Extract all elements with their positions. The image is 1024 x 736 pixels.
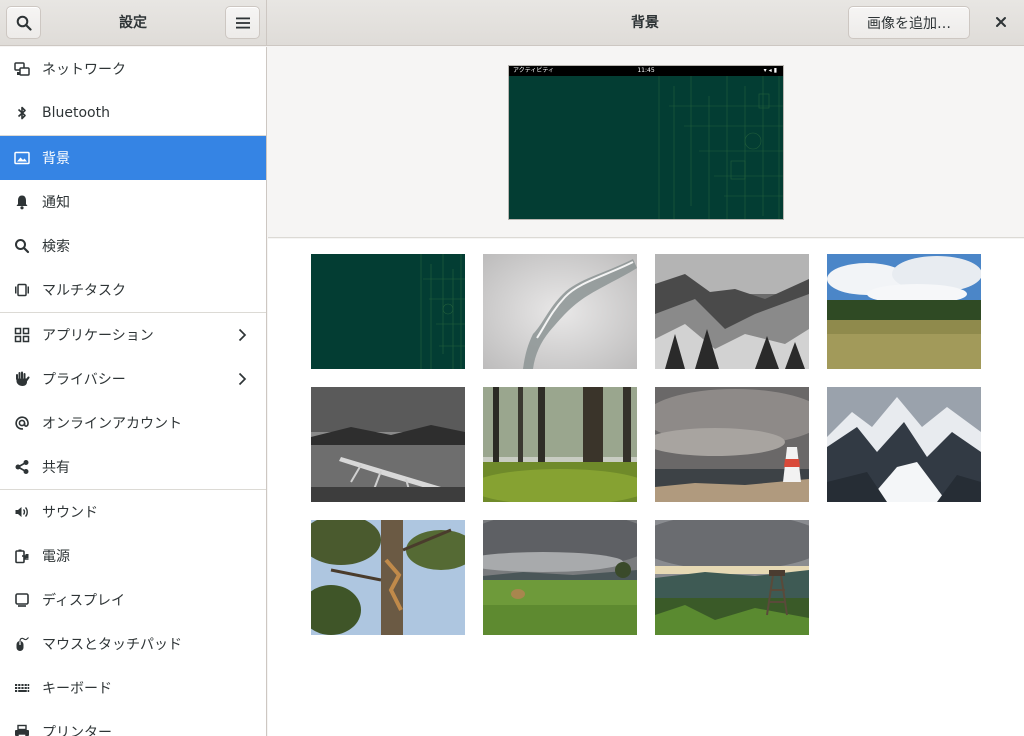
sidebar-item-power[interactable]: 電源	[0, 534, 266, 578]
printer-icon	[14, 724, 30, 736]
preview-area: アクティビティ 11:45 ▾◂▮	[268, 47, 1024, 238]
sidebar-item-sharing[interactable]: 共有	[0, 445, 266, 489]
sidebar-item-online-accounts[interactable]: オンラインアカウント	[0, 401, 266, 445]
preview-system-tray-icon: ▾◂▮	[763, 67, 779, 74]
header-bar: 設定 背景 画像を追加…	[0, 0, 1024, 46]
desktop-preview: アクティビティ 11:45 ▾◂▮	[508, 65, 784, 220]
sidebar-item-label: ネットワーク	[42, 62, 126, 78]
preview-wallpaper	[509, 66, 783, 219]
wallpaper-thumbnail-green-circuit[interactable]	[311, 254, 465, 369]
sidebar-item-label: キーボード	[42, 681, 112, 697]
wallpaper-thumbnail-hill-tower[interactable]	[655, 520, 809, 635]
power-icon	[14, 548, 30, 564]
keyboard-icon	[14, 680, 30, 696]
hamburger-menu-icon	[235, 17, 250, 28]
search-icon	[16, 15, 32, 31]
sidebar-header: 設定	[0, 0, 267, 46]
sidebar-item-label: マウスとタッチパッド	[42, 637, 182, 653]
sidebar-item-label: ディスプレイ	[42, 593, 126, 609]
chevron-right-icon	[234, 327, 250, 347]
network-icon	[14, 61, 30, 77]
sidebar-item-label: 背景	[42, 151, 70, 167]
add-picture-button[interactable]: 画像を追加…	[848, 6, 970, 39]
main-menu-button[interactable]	[225, 6, 260, 39]
sidebar: ネットワーク Bluetooth 背景 通知 検索 マルチタスク アプリケーショ…	[0, 47, 267, 736]
hand-icon	[14, 371, 30, 387]
sidebar-item-search[interactable]: 検索	[0, 224, 266, 268]
sidebar-item-multitasking[interactable]: マルチタスク	[0, 268, 266, 312]
share-icon	[14, 459, 30, 475]
sidebar-item-bluetooth[interactable]: Bluetooth	[0, 91, 266, 135]
wallpaper-thumbnail-snowy-forest[interactable]	[655, 254, 809, 369]
background-icon	[14, 150, 30, 166]
sidebar-title: 設定	[119, 15, 147, 31]
sidebar-item-notifications[interactable]: 通知	[0, 180, 266, 224]
wallpaper-thumbnail-forest-moss[interactable]	[483, 387, 637, 502]
wallpaper-thumbnail-hay-field[interactable]	[483, 520, 637, 635]
display-icon	[14, 592, 30, 608]
search-icon	[14, 238, 30, 254]
sidebar-item-label: プライバシー	[42, 372, 126, 388]
wallpaper-grid	[268, 239, 1024, 736]
wallpaper-thumbnail-snowy-valley[interactable]	[827, 387, 981, 502]
bluetooth-icon	[14, 105, 30, 121]
sidebar-item-keyboard[interactable]: キーボード	[0, 666, 266, 710]
preview-top-bar: アクティビティ 11:45 ▾◂▮	[509, 66, 783, 76]
sidebar-item-label: Bluetooth	[42, 105, 110, 121]
sidebar-item-label: 電源	[42, 549, 70, 565]
sidebar-item-sound[interactable]: サウンド	[0, 490, 266, 534]
sidebar-item-label: 検索	[42, 239, 70, 255]
wallpaper-thumbnail-storm-lighthouse[interactable]	[655, 387, 809, 502]
wallpaper-thumbnail-meadow-clouds[interactable]	[827, 254, 981, 369]
preview-clock: 11:45	[637, 67, 655, 74]
wallpaper-thumbnail-pine-tree[interactable]	[311, 520, 465, 635]
chevron-right-icon	[234, 371, 250, 391]
sidebar-item-label: プリンター	[42, 725, 112, 736]
multitasking-icon	[14, 282, 30, 298]
sidebar-item-label: 通知	[42, 195, 70, 211]
close-button[interactable]	[987, 8, 1015, 36]
bell-icon	[14, 194, 30, 210]
apps-grid-icon	[14, 327, 30, 343]
sidebar-item-mouse-touchpad[interactable]: マウスとタッチパッド	[0, 622, 266, 666]
at-sign-icon	[14, 415, 30, 431]
wallpaper-thumbnail-water-splash[interactable]	[483, 254, 637, 369]
sidebar-item-label: オンラインアカウント	[42, 416, 182, 432]
sidebar-item-printers[interactable]: プリンター	[0, 710, 266, 736]
wallpaper-thumbnail-lake-driftwood[interactable]	[311, 387, 465, 502]
sidebar-item-privacy[interactable]: プライバシー	[0, 357, 266, 401]
settings-window: 設定 背景 画像を追加… ネットワーク Bluetooth 背景 通知 検索 マ…	[0, 0, 1024, 736]
close-icon	[996, 17, 1006, 27]
content-header: 背景 画像を追加…	[267, 0, 1024, 46]
sidebar-item-label: マルチタスク	[42, 283, 126, 299]
sidebar-item-applications[interactable]: アプリケーション	[0, 313, 266, 357]
sidebar-item-displays[interactable]: ディスプレイ	[0, 578, 266, 622]
sidebar-item-label: 共有	[42, 460, 70, 476]
sidebar-item-label: アプリケーション	[42, 328, 154, 344]
sidebar-item-label: サウンド	[42, 505, 98, 521]
search-button[interactable]	[6, 6, 41, 39]
background-panel: アクティビティ 11:45 ▾◂▮	[268, 47, 1024, 736]
sidebar-item-background[interactable]: 背景	[0, 136, 266, 180]
speaker-icon	[14, 504, 30, 520]
mouse-icon	[14, 636, 30, 652]
sidebar-item-network[interactable]: ネットワーク	[0, 47, 266, 91]
